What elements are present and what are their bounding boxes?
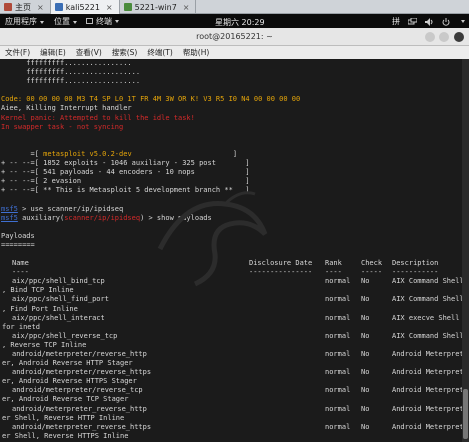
chevron-down-icon [40,20,44,24]
vm-tab-label: kali5221 [65,2,100,12]
input-method-indicator[interactable]: 拼 [392,16,400,27]
close-icon[interactable]: × [106,3,113,12]
table-row-wrap: er, Android Reverse TCP Stager [2,395,129,404]
msf-version: metasploit v5.0.2-dev [43,149,132,158]
minimize-button[interactable] [425,32,435,42]
table-row: android/meterpreter_reverse_http normal No… [12,404,462,413]
kernel-panic-line: In swapper task - not syncing [1,122,124,131]
code-line: Code: 00 00 00 00 M3 T4 SP L0 1T FR 4M 3… [1,95,301,104]
table-row: aix/ppc/shell_interact normal No AIX execve… [12,313,460,322]
menu-edit[interactable]: 编辑(E) [35,47,71,58]
menu-terminal[interactable]: 终端(T) [142,47,177,58]
table-row-wrap: er Shell, Reverse HTTPS Inline [2,431,129,440]
module-name: scanner/ip/ipidseq [64,213,141,222]
table-row-wrap: , Find Port Inline [2,304,78,313]
close-icon[interactable]: × [183,3,190,12]
menu-file[interactable]: 文件(F) [0,47,35,58]
kernel-panic-line: Kernel panic: Attempted to kill the idle… [1,113,195,122]
power-icon[interactable] [442,17,450,26]
chevron-down-icon [115,19,119,23]
scrollbar-thumb[interactable] [463,389,468,439]
vm-tab-home[interactable]: 主页 × [0,0,51,14]
table-row-wrap: , Bind TCP Inline [2,286,74,295]
msf-prompt: msf5 [1,213,18,222]
vm-tab-label: 5221-win7 [134,2,177,12]
table-row: android/meterpreter/reverse_tcp normal No A… [12,386,462,395]
terminal-menubar: 文件(F) 编辑(E) 查看(V) 搜索(S) 终端(T) 帮助(H) [0,46,469,59]
menu-view[interactable]: 查看(V) [71,47,107,58]
ascii-art-line: fffffffff.................. [1,68,141,77]
menu-search[interactable]: 搜索(S) [107,47,143,58]
terminal-scrollbar[interactable] [462,59,469,442]
terminal-output[interactable]: fffffffff................ fffffffff.....… [0,59,462,442]
close-icon[interactable]: × [37,3,44,12]
volume-icon[interactable] [425,17,434,26]
vm-icon [123,3,132,11]
table-header: Name Disclosure Date Rank Check Descript… [12,259,439,268]
menu-help[interactable]: 帮助(H) [178,47,215,58]
close-button[interactable] [454,32,464,42]
home-icon [4,3,12,11]
applications-menu[interactable]: 应用程序 [0,16,49,27]
maximize-button[interactable] [439,32,449,42]
ascii-art-line: fffffffff.................. [1,77,141,86]
table-row: android/meterpreter/reverse_http normal No… [12,350,462,358]
vm-tab-label: 主页 [15,2,31,12]
table-row-wrap: er, Android Reverse HTTP Stager [2,359,133,368]
table-row-wrap: er Shell, Reverse HTTP Inline [2,413,125,422]
vm-tab-5221-win7[interactable]: 5221-win7 × [120,0,197,14]
chevron-down-icon [73,20,77,24]
ascii-art-line: fffffffff................ [1,59,132,67]
table-header-rule: ---- --------------- ---- ----- --------… [12,268,439,277]
clock[interactable]: 星期六 20:29 [215,17,265,28]
vm-icon [54,3,63,11]
msf-prompt: msf5 [1,204,18,213]
table-row: android/meterpreter_reverse_https normal N… [12,422,462,431]
banner-version-line: =[ metasploit v5.0.2-dev ] [1,149,238,158]
aiee-line: Aiee, Killing Interrupt handler [1,104,132,113]
table-row: android/meterpreter/reverse_https normal N… [12,368,462,377]
table-row: aix/ppc/shell_find_port normal No AIX Comma… [12,295,462,304]
window-title: root@20165221: ~ [196,32,273,41]
network-icon[interactable] [408,17,417,26]
table-row-wrap: for inetd [2,322,40,331]
table-row: aix/ppc/shell_bind_tcp normal No AIX Comman… [12,277,462,286]
chevron-down-icon[interactable] [461,20,465,23]
terminal-icon [86,18,93,24]
table-row-wrap: er, Android Reverse HTTPS Stager [2,377,137,386]
banner-line: + -- --=[ 1852 exploits - 1046 auxiliary… [1,159,250,168]
table-row-wrap: , Reverse TCP Inline [2,340,87,349]
table-row: aix/ppc/shell_reverse_tcp normal No AIX Com… [12,331,462,340]
desktop-top-bar: 应用程序 位置 终端 星期六 20:29 拼 [0,14,469,28]
places-menu[interactable]: 位置 [49,16,82,27]
vm-tab-kali5221[interactable]: kali5221 × [50,0,120,14]
terminal-task-button[interactable]: 终端 [82,16,123,27]
banner-line: + -- --=[ 541 payloads - 44 encoders - 1… [1,168,250,177]
vm-tab-strip: 主页 × kali5221 × 5221-win7 × [0,0,469,14]
terminal-titlebar[interactable]: root@20165221: ~ [0,28,469,46]
